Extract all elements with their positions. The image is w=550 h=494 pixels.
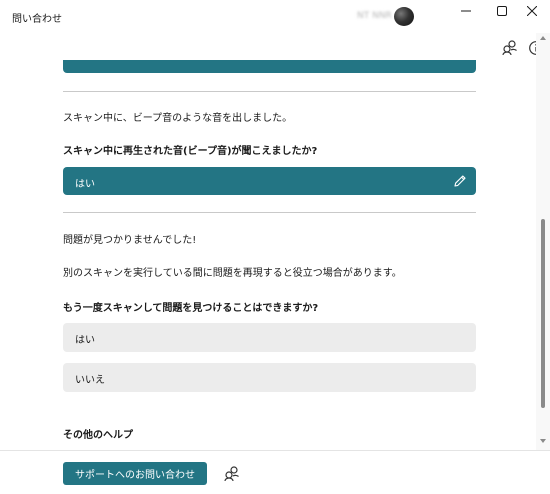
divider [63,91,476,92]
option-yes[interactable]: はい [63,323,476,352]
selected-answer-label: はい [75,179,95,190]
option-label: いいえ [75,375,105,386]
app-title: 問い合わせ [12,14,62,25]
divider [63,212,476,213]
account-avatar[interactable] [394,7,414,26]
contact-support-button[interactable]: サポートへのお問い合わせ [63,462,207,485]
conversation-content[interactable]: スキャン中に、ビープ音のような音を出しました。 スキャン中に再生された音(ビープ… [0,33,536,450]
scrollbar-thumb[interactable] [541,219,545,408]
question-rescan: もう一度スキャンして問題を見つけることはできますか? [63,303,319,314]
close-icon [527,6,537,16]
community-icon[interactable] [224,466,240,482]
close-button[interactable] [514,0,550,22]
edit-pencil-icon[interactable] [453,174,467,188]
scroll-down-arrow-icon[interactable] [540,438,546,444]
title-bar: 問い合わせ NT NNR [0,0,550,33]
statement-reproduce: 別のスキャンを実行している間に問題を再現すると役立つ場合があります。 [63,268,402,279]
minimize-button[interactable] [448,0,484,22]
option-label: はい [75,335,95,346]
option-no[interactable]: いいえ [63,363,476,392]
question-beep: スキャン中に再生された音(ビープ音)が聞こえましたか? [63,146,318,157]
footer-bar: サポートへのお問い合わせ [0,450,550,494]
more-help-heading: その他のヘルプ [63,430,133,441]
account-name: NT NNR [357,11,392,21]
statement-beep: スキャン中に、ビープ音のような音を出しました。 [63,113,293,124]
scroll-up-arrow-icon[interactable] [540,35,546,41]
maximize-icon [497,6,507,16]
vertical-scrollbar[interactable] [536,33,550,450]
minimize-icon [461,10,471,12]
selected-answer[interactable]: はい [63,167,476,195]
statement-not-found: 問題が見つかりませんでした! [63,235,197,246]
previous-answer-bar [63,60,476,73]
